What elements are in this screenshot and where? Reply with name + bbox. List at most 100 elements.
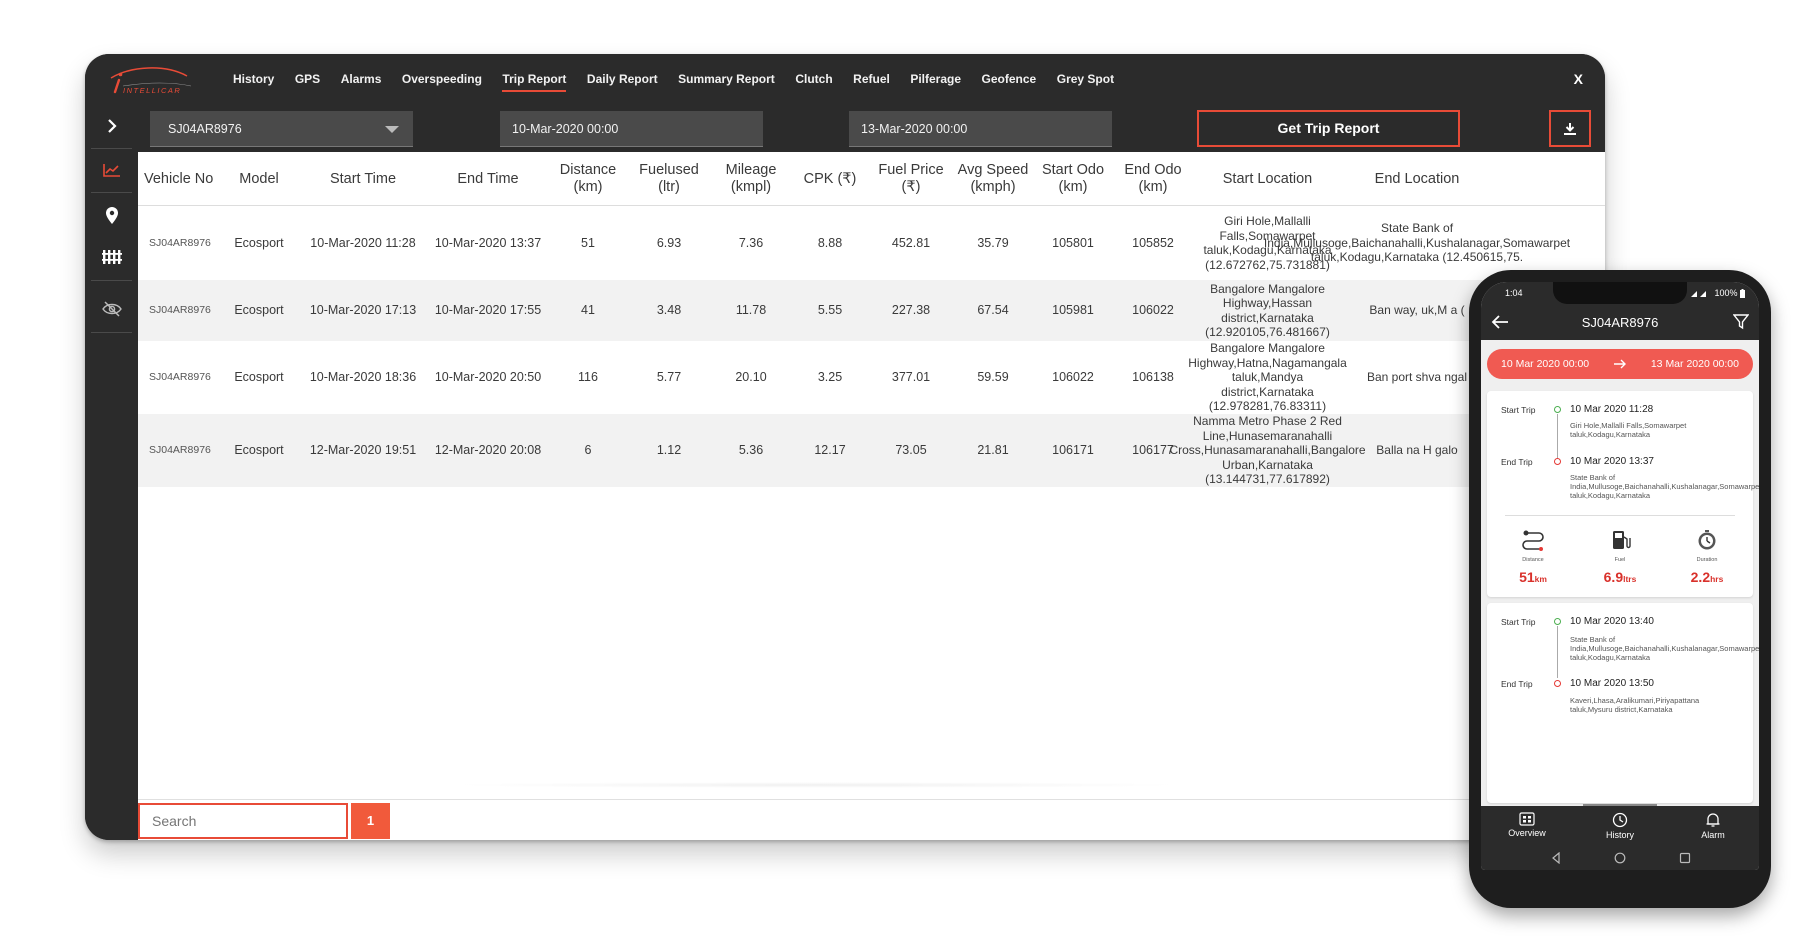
column-header[interactable]: Avg Speed (kmph) bbox=[950, 152, 1036, 206]
end-trip-label: End Trip bbox=[1501, 457, 1533, 467]
nav-history[interactable]: History bbox=[233, 54, 274, 104]
nav-summary-report[interactable]: Summary Report bbox=[678, 54, 775, 104]
column-header[interactable]: Mileage (kmpl) bbox=[710, 152, 792, 206]
table-cell: 20.10 bbox=[735, 370, 767, 384]
stat-label: Duration bbox=[1696, 557, 1718, 563]
status-time: 1:04 bbox=[1505, 288, 1523, 298]
table-cell: 116 bbox=[578, 370, 598, 384]
arrow-right-icon bbox=[1614, 359, 1626, 369]
phone-status-bar: 1:04 100% bbox=[1481, 282, 1759, 306]
table-cell: 35.79 bbox=[977, 235, 1009, 250]
system-home-icon[interactable] bbox=[1614, 852, 1626, 864]
tab-label: Alarm bbox=[1701, 830, 1725, 840]
column-header[interactable]: CPK (₹) bbox=[790, 152, 870, 206]
nav-gps[interactable]: GPS bbox=[295, 54, 320, 104]
start-trip-time: 10 Mar 2020 13:40 bbox=[1570, 616, 1654, 627]
table-row[interactable]: SJ04AR8976 Ecosport 10-Mar-2020 11:28 10-Ma… bbox=[138, 206, 1605, 280]
system-recents-icon[interactable] bbox=[1679, 852, 1691, 864]
system-back-icon[interactable] bbox=[1551, 852, 1561, 864]
table-cell: Bangalore Mangalore Highway,Hassan distr… bbox=[1205, 281, 1330, 340]
column-header[interactable]: Start Time bbox=[298, 152, 428, 206]
download-button[interactable] bbox=[1549, 110, 1591, 147]
nav-trip-report[interactable]: Trip Report bbox=[502, 54, 567, 104]
stat-label: Fuel bbox=[1614, 557, 1626, 563]
trip-card[interactable]: Start Trip 10 Mar 2020 11:28 Giri Hole,M… bbox=[1487, 391, 1759, 597]
nav-alarms[interactable]: Alarms bbox=[341, 54, 382, 104]
column-header[interactable]: Fuel Price (₹) bbox=[870, 152, 952, 206]
tab-history[interactable]: History bbox=[1574, 806, 1666, 848]
sidebar-item-hide[interactable] bbox=[85, 289, 138, 329]
end-trip-label: End Trip bbox=[1501, 679, 1533, 689]
trip-card[interactable]: Start Trip 10 Mar 2020 13:40 State Bank … bbox=[1487, 603, 1759, 803]
table-row[interactable]: SJ04AR8976 Ecosport 10-Mar-2020 17:13 10-Ma… bbox=[138, 280, 1605, 341]
table-cell: 10-Mar-2020 17:13 bbox=[309, 303, 417, 317]
table-cell: 5.77 bbox=[656, 370, 682, 384]
table-cell: 5.36 bbox=[738, 443, 764, 457]
column-header[interactable]: Fuelused (ltr) bbox=[628, 152, 710, 206]
sidebar-item-location[interactable] bbox=[85, 196, 138, 236]
battery-icon bbox=[1740, 289, 1745, 299]
filter-icon[interactable] bbox=[1733, 314, 1749, 330]
date-range-pill[interactable]: 10 Mar 2020 00:00 13 Mar 2020 00:00 bbox=[1487, 349, 1753, 379]
trip-connector bbox=[1557, 414, 1558, 458]
nav-daily-report[interactable]: Daily Report bbox=[587, 54, 658, 104]
route-icon bbox=[1522, 530, 1544, 551]
stage: INTELLICAR History GPS Alarms Overspeedi… bbox=[0, 0, 1800, 948]
close-button[interactable]: X bbox=[1574, 54, 1583, 104]
tab-label: History bbox=[1605, 830, 1634, 840]
nav-overspeeding[interactable]: Overspeeding bbox=[402, 54, 482, 104]
nav-clutch[interactable]: Clutch bbox=[795, 54, 832, 104]
table-cell: 105801 bbox=[1052, 235, 1094, 250]
table-cell: Ecosport bbox=[234, 443, 284, 457]
table-cell: 106171 bbox=[1052, 443, 1094, 457]
sidebar-expand-button[interactable] bbox=[85, 106, 138, 146]
table-cell: 59.59 bbox=[977, 370, 1009, 384]
start-trip-address: State Bank of India,Mullusoge,Baichanaha… bbox=[1570, 635, 1759, 662]
table-cell: 105852 bbox=[1132, 235, 1174, 250]
vehicle-select[interactable]: SJ04AR8976 bbox=[150, 111, 413, 147]
card-divider bbox=[1505, 515, 1735, 516]
pagination-page-1[interactable]: 1 bbox=[351, 803, 390, 839]
start-date-field[interactable]: 10-Mar-2020 00:00 bbox=[500, 111, 763, 147]
end-date-field[interactable]: 13-Mar-2020 00:00 bbox=[849, 111, 1112, 147]
column-header[interactable]: End Location bbox=[1343, 152, 1491, 206]
end-trip-address: State Bank of India,Mullusoge,Baichanaha… bbox=[1570, 473, 1759, 500]
duration-stat: Duration 2.2hrs bbox=[1667, 529, 1747, 585]
table-cell: 67.54 bbox=[977, 303, 1009, 317]
table-cell: 3.48 bbox=[656, 303, 682, 317]
table-cell: 227.38 bbox=[891, 303, 931, 317]
sidebar-item-geofence[interactable] bbox=[85, 236, 138, 276]
tab-overview[interactable]: Overview bbox=[1481, 806, 1573, 848]
sidebar-divider bbox=[91, 148, 132, 149]
column-header[interactable]: Distance (km) bbox=[548, 152, 628, 206]
nav-pilferage[interactable]: Pilferage bbox=[910, 54, 961, 104]
nav-refuel[interactable]: Refuel bbox=[853, 54, 890, 104]
tab-alarm[interactable]: Alarm bbox=[1667, 806, 1759, 848]
phone-app-bar: SJ04AR8976 bbox=[1481, 306, 1759, 340]
column-header[interactable]: Start Location bbox=[1194, 152, 1341, 206]
column-header[interactable]: End Odo (km) bbox=[1112, 152, 1194, 206]
table-row[interactable]: SJ04AR8976 Ecosport 12-Mar-2020 19:51 12-Ma… bbox=[138, 414, 1605, 487]
fuel-pump-icon bbox=[1613, 531, 1631, 549]
column-header[interactable]: Vehicle No bbox=[138, 152, 228, 206]
nav-grey-spot[interactable]: Grey Spot bbox=[1057, 54, 1114, 104]
sidebar-item-reports[interactable] bbox=[85, 150, 138, 190]
nav-geofence[interactable]: Geofence bbox=[982, 54, 1037, 104]
table-row[interactable]: SJ04AR8976 Ecosport 10-Mar-2020 18:36 10-Ma… bbox=[138, 341, 1605, 414]
status-battery: 100% bbox=[1690, 288, 1745, 299]
range-start: 10 Mar 2020 00:00 bbox=[1501, 358, 1590, 370]
column-header[interactable]: End Time bbox=[423, 152, 553, 206]
download-icon bbox=[1564, 122, 1576, 135]
column-header[interactable]: Model bbox=[218, 152, 300, 206]
get-trip-report-button[interactable]: Get Trip Report bbox=[1197, 110, 1460, 147]
search-input[interactable] bbox=[138, 803, 348, 839]
stat-value: 51 bbox=[1519, 569, 1535, 585]
android-nav-bar bbox=[1481, 848, 1759, 870]
column-header[interactable]: Start Odo (km) bbox=[1032, 152, 1114, 206]
start-trip-label: Start Trip bbox=[1501, 617, 1536, 627]
filter-bar: SJ04AR8976 10-Mar-2020 00:00 13-Mar-2020… bbox=[138, 104, 1605, 152]
table-cell: 6 bbox=[584, 443, 592, 457]
stat-value: 6.9 bbox=[1603, 569, 1624, 585]
table-cell: 105981 bbox=[1052, 303, 1094, 317]
phone-tab-bar: Overview History Alarm bbox=[1481, 806, 1759, 848]
